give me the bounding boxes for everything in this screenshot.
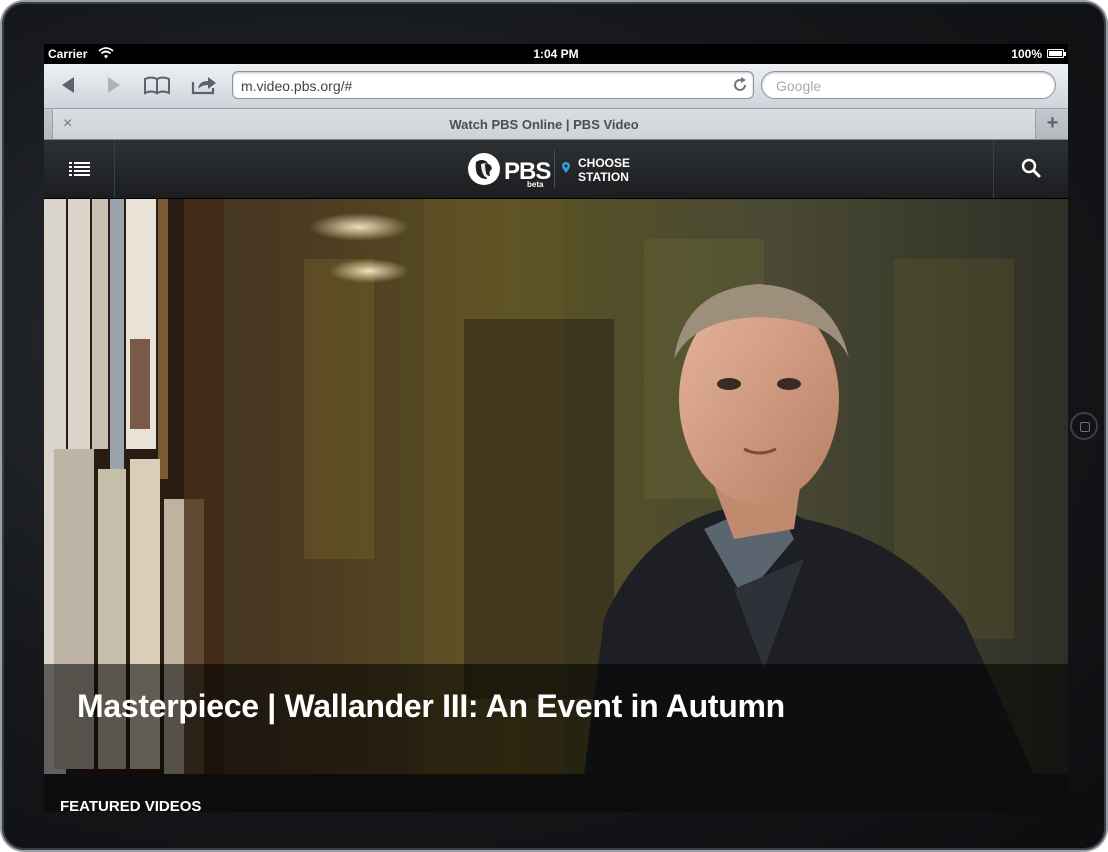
browser-toolbar: m.video.pbs.org/# xyxy=(44,64,1068,109)
screen: Carrier 1:04 PM 100% m.video.pbs.org/# G… xyxy=(44,44,1068,812)
tab-bar: × Watch PBS Online | PBS Video + xyxy=(44,109,1068,140)
choose-label: CHOOSE xyxy=(578,156,631,170)
header-divider xyxy=(554,150,555,188)
battery-percent: 100% xyxy=(1011,47,1042,61)
back-arrow-icon xyxy=(62,77,74,93)
share-icon xyxy=(191,77,216,95)
beta-badge: beta xyxy=(527,180,544,189)
url-text: m.video.pbs.org/# xyxy=(241,78,353,94)
battery-icon xyxy=(1047,49,1066,58)
hero-banner[interactable]: Masterpiece | Wallander III: An Event in… xyxy=(44,199,1068,774)
bookmarks-button[interactable] xyxy=(142,72,172,98)
reload-icon[interactable] xyxy=(731,76,749,94)
back-button[interactable] xyxy=(54,72,84,98)
new-tab-button[interactable]: + xyxy=(1037,109,1068,139)
site-header: PBS beta CHOOSE STATION xyxy=(44,140,1068,199)
pbs-logo[interactable]: PBS beta xyxy=(467,152,551,189)
featured-videos-heading: FEATURED VIDEOS xyxy=(60,798,202,812)
search-field[interactable] xyxy=(761,71,1056,99)
site-search-button[interactable] xyxy=(993,140,1068,198)
address-bar[interactable]: m.video.pbs.org/# xyxy=(232,71,754,99)
location-pin-icon xyxy=(562,162,570,173)
forward-button[interactable] xyxy=(98,72,128,98)
search-icon xyxy=(1021,158,1041,178)
station-label: STATION xyxy=(578,170,629,184)
featured-section: FEATURED VIDEOS xyxy=(44,774,1068,812)
menu-button[interactable] xyxy=(44,140,115,198)
home-button[interactable] xyxy=(1070,412,1098,440)
pbs-heads-icon xyxy=(468,153,500,185)
share-button[interactable] xyxy=(189,72,219,98)
search-input[interactable] xyxy=(774,77,1038,95)
book-icon xyxy=(144,76,170,95)
clock: 1:04 PM xyxy=(533,47,579,61)
hero-title[interactable]: Masterpiece | Wallander III: An Event in… xyxy=(77,688,785,725)
ipad-bezel: Carrier 1:04 PM 100% m.video.pbs.org/# G… xyxy=(2,2,1106,850)
menu-icon xyxy=(69,162,90,176)
hero-caption: Masterpiece | Wallander III: An Event in… xyxy=(44,664,1068,774)
status-bar: Carrier 1:04 PM 100% xyxy=(44,44,1068,64)
tab-active[interactable]: × Watch PBS Online | PBS Video xyxy=(52,109,1036,139)
tab-title: Watch PBS Online | PBS Video xyxy=(449,117,639,132)
forward-arrow-icon xyxy=(108,77,120,93)
